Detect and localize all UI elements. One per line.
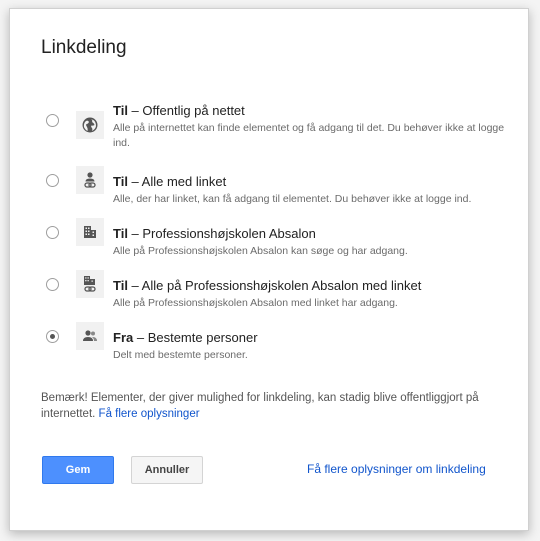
option-text: Fra – Bestemte personer Delt med bestemt…: [113, 330, 513, 363]
link-sharing-dialog: Linkdeling Til – Offentlig på nettet All…: [9, 8, 529, 531]
option-status: Til: [113, 103, 128, 118]
option-description: Alle på internettet kan finde elementet …: [113, 122, 505, 149]
option-status: Til: [113, 226, 128, 241]
radio-button-checked[interactable]: [46, 330, 59, 343]
cancel-button[interactable]: Annuller: [131, 456, 203, 484]
building-icon: [76, 218, 104, 246]
radio-button[interactable]: [46, 114, 59, 127]
option-label: – Professionshøjskolen Absalon: [127, 226, 316, 241]
radio-button[interactable]: [46, 174, 59, 187]
radio-button[interactable]: [46, 226, 59, 239]
option-label: – Offentlig på nettet: [127, 103, 245, 118]
option-description: Alle på Professionshøjskolen Absalon kan…: [113, 245, 408, 257]
option-text: Til – Offentlig på nettet Alle på intern…: [113, 103, 513, 151]
sharing-note: Bemærk! Elementer, der giver mulighed fo…: [41, 390, 511, 422]
option-text: Til – Alle med linket Alle, der har link…: [113, 174, 513, 207]
option-description: Alle, der har linket, kan få adgang til …: [113, 193, 472, 205]
option-status: Til: [113, 278, 128, 293]
option-description: Delt med bestemte personer.: [113, 349, 248, 361]
option-label: – Alle med linket: [127, 174, 227, 189]
option-status: Til: [113, 174, 128, 189]
globe-icon: [76, 111, 104, 139]
option-description: Alle på Professionshøjskolen Absalon med…: [113, 297, 398, 309]
learn-more-link-sharing[interactable]: Få flere oplysninger om linkdeling: [307, 462, 486, 476]
dialog-title: Linkdeling: [41, 37, 127, 58]
option-label: – Alle på Professionshøjskolen Absalon m…: [127, 278, 422, 293]
save-button[interactable]: Gem: [42, 456, 114, 484]
learn-more-link[interactable]: Få flere oplysninger: [99, 408, 200, 420]
option-status: Fra: [113, 330, 134, 345]
option-label: – Bestemte personer: [133, 330, 258, 345]
radio-button[interactable]: [46, 278, 59, 291]
option-text: Til – Alle på Professionshøjskolen Absal…: [113, 278, 513, 311]
person-link-icon: [76, 166, 104, 194]
people-icon: [76, 322, 104, 350]
option-text: Til – Professionshøjskolen Absalon Alle …: [113, 226, 513, 259]
building-link-icon: [76, 270, 104, 298]
